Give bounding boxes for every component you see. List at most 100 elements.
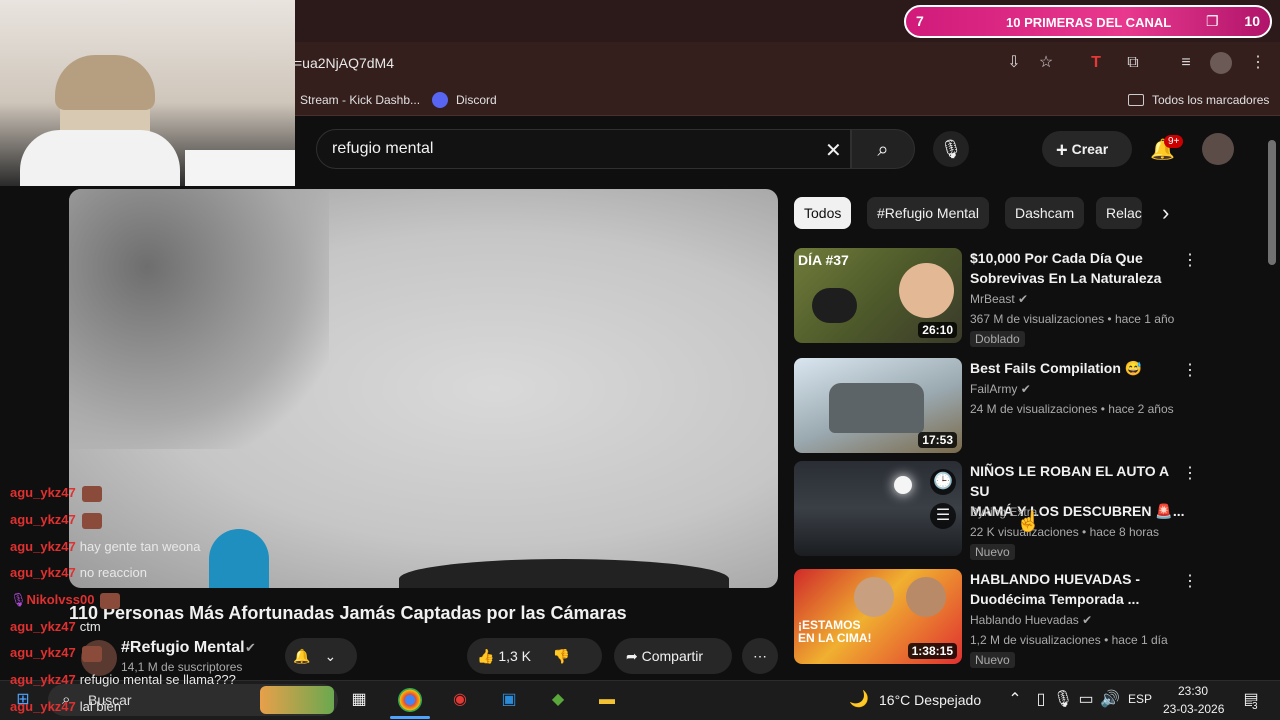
volume-icon[interactable]: 🔊: [1097, 688, 1123, 712]
channel-name[interactable]: #Refugio Mental: [121, 639, 245, 657]
related-meta: 24 M de visualizaciones • hace 2 años: [970, 402, 1174, 416]
install-app-icon[interactable]: ⇩: [1003, 52, 1025, 74]
thumbnail-text: ¡ESTAMOS EN LA CIMA!: [798, 618, 872, 645]
chat-message: agu_ykz47: [10, 644, 102, 662]
stream-overlay-banner: 7 10 PRIMERAS DEL CANAL ❐ 10: [904, 5, 1272, 38]
verified-icon: ✔: [1020, 382, 1031, 396]
folder-icon: [1128, 94, 1144, 106]
background-shelf: [185, 150, 295, 186]
browser-menu-icon[interactable]: ⋮: [1247, 52, 1269, 74]
search-button[interactable]: ⌕: [851, 129, 915, 169]
related-video-2[interactable]: 17:53 Best Fails Compilation 😅 FailArmy …: [794, 358, 1198, 458]
clock-date[interactable]: 23-03-2026: [1163, 702, 1224, 716]
bookmark-discord[interactable]: Discord: [456, 90, 497, 110]
search-highlight-image: [260, 686, 334, 714]
thumbnail[interactable]: 🕒 ☰: [794, 461, 962, 556]
share-icon: ➦: [626, 648, 638, 664]
page-scrollbar[interactable]: [1268, 140, 1276, 265]
media-controls-icon[interactable]: ≡: [1175, 52, 1197, 74]
restore-icon: ❐: [1206, 13, 1219, 29]
profile-avatar[interactable]: [1210, 52, 1232, 74]
video-menu-icon[interactable]: ⋮: [1182, 250, 1198, 270]
thumbnail[interactable]: 17:53: [794, 358, 962, 453]
search-input[interactable]: refugio mental: [332, 140, 433, 158]
bookmark-star-icon[interactable]: ☆: [1035, 52, 1057, 74]
weather-icon: 🌙: [849, 691, 869, 708]
chrome-icon[interactable]: [398, 688, 422, 712]
street-light: [894, 476, 912, 494]
notification-count-badge: 9+: [1164, 135, 1184, 148]
extension-icon[interactable]: T: [1085, 52, 1107, 74]
watch-later-icon[interactable]: 🕒: [930, 469, 956, 495]
duration-badge: 17:53: [918, 432, 957, 448]
share-label: Compartir: [641, 648, 704, 664]
subscribed-bell-button[interactable]: 🔔 ⌄: [285, 638, 357, 674]
thumbnail[interactable]: ¡ESTAMOS EN LA CIMA! 1:38:15: [794, 569, 962, 664]
verified-icon: ✔: [245, 640, 256, 655]
related-channel[interactable]: FailArmy ✔: [970, 382, 1031, 396]
related-channel[interactable]: MrBeast ✔: [970, 292, 1028, 306]
voice-search-icon[interactable]: 🎙: [933, 131, 969, 167]
related-channel[interactable]: Hablando Huevadas ✔: [970, 613, 1092, 627]
like-icon[interactable]: 👍: [477, 648, 494, 664]
chip-dashcam[interactable]: Dashcam: [1005, 197, 1085, 229]
chip-all[interactable]: Todos: [794, 197, 852, 229]
mic-badge-icon: 🎙: [10, 592, 27, 607]
video-menu-icon[interactable]: ⋮: [1182, 571, 1198, 591]
video-menu-icon[interactable]: ⋮: [1182, 463, 1198, 483]
related-video-1[interactable]: DÍA #37 26:10 $10,000 Por Cada Día Que So…: [794, 248, 1198, 348]
bookmark-kick[interactable]: Stream - Kick Dashb...: [300, 90, 420, 110]
video-menu-icon[interactable]: ⋮: [1182, 360, 1198, 380]
host-face-1: [854, 577, 894, 617]
active-app-indicator: [390, 716, 430, 719]
rock-shadow: [69, 189, 329, 449]
new-badge: Nuevo: [970, 544, 1015, 560]
chat-message: agu_ykz47 lal bien: [10, 699, 121, 714]
creator-face: [899, 263, 954, 318]
url-field[interactable]: =ua2NjAQ7dM4: [286, 48, 986, 78]
chip-refugio-mental[interactable]: #Refugio Mental: [867, 197, 989, 229]
related-video-4[interactable]: ¡ESTAMOS EN LA CIMA! 1:38:15 HABLANDO HU…: [794, 569, 1198, 669]
share-button[interactable]: ➦ Compartir: [614, 638, 732, 674]
overlay-text: 10 PRIMERAS DEL CANAL: [1006, 15, 1172, 30]
host-face-2: [906, 577, 946, 617]
create-button[interactable]: + Crear: [1042, 131, 1132, 167]
all-bookmarks[interactable]: Todos los marcadores: [1152, 90, 1269, 110]
chip-related[interactable]: Relac: [1096, 197, 1142, 229]
bell-icon: 🔔: [293, 648, 311, 664]
video-player[interactable]: [69, 189, 778, 588]
clock-time[interactable]: 23:30: [1178, 684, 1208, 698]
network-icon[interactable]: ▭: [1073, 688, 1099, 712]
related-meta: 1,2 M de visualizaciones • hace 1 día: [970, 633, 1168, 647]
chevron-down-icon: ⌄: [324, 648, 337, 664]
show-hidden-icons-icon[interactable]: ⌃: [1002, 688, 1028, 712]
related-video-3[interactable]: 🕒 ☰ NIÑOS LE ROBAN EL AUTO A SU MAMÁ Y LO…: [794, 461, 1198, 561]
verified-icon: ✔: [1018, 292, 1029, 306]
chat-message: 🎙Nikolvss00: [10, 591, 121, 609]
related-meta: 22 K visualizaciones • hace 8 horas: [970, 525, 1159, 539]
thumbnail[interactable]: DÍA #37 26:10: [794, 248, 962, 343]
add-to-queue-icon[interactable]: ☰: [930, 503, 956, 529]
like-count[interactable]: 1,3 K: [498, 648, 531, 664]
like-dislike-group: 👍 1,3 K 👎: [467, 638, 602, 674]
notification-center-icon[interactable]: ▤: [1238, 688, 1264, 712]
more-actions-icon[interactable]: ⋯: [742, 638, 778, 674]
create-label: Crear: [1071, 141, 1109, 157]
search-bar[interactable]: refugio mental ✕: [316, 129, 851, 169]
obs-icon[interactable]: ◉: [447, 688, 473, 712]
emote-icon: [100, 592, 121, 609]
dislike-icon[interactable]: 👎: [553, 648, 570, 664]
language-indicator[interactable]: ESP: [1128, 692, 1152, 706]
store-icon[interactable]: ▣: [496, 688, 522, 712]
chips-next-arrow-icon[interactable]: ›: [1162, 200, 1169, 226]
new-badge: Nuevo: [970, 652, 1015, 668]
clear-search-icon[interactable]: ✕: [825, 138, 842, 163]
bear-shape: [812, 288, 857, 323]
file-explorer-icon[interactable]: ▬: [594, 688, 620, 712]
extensions-puzzle-icon[interactable]: ⧉: [1122, 52, 1144, 74]
chat-message: agu_ykz47 refugio mental se llama???: [10, 672, 236, 687]
task-view-icon[interactable]: ▦: [346, 688, 372, 712]
account-avatar[interactable]: [1202, 133, 1234, 165]
minecraft-icon[interactable]: ◆: [545, 688, 571, 712]
weather-text[interactable]: 16°C Despejado: [879, 692, 981, 708]
